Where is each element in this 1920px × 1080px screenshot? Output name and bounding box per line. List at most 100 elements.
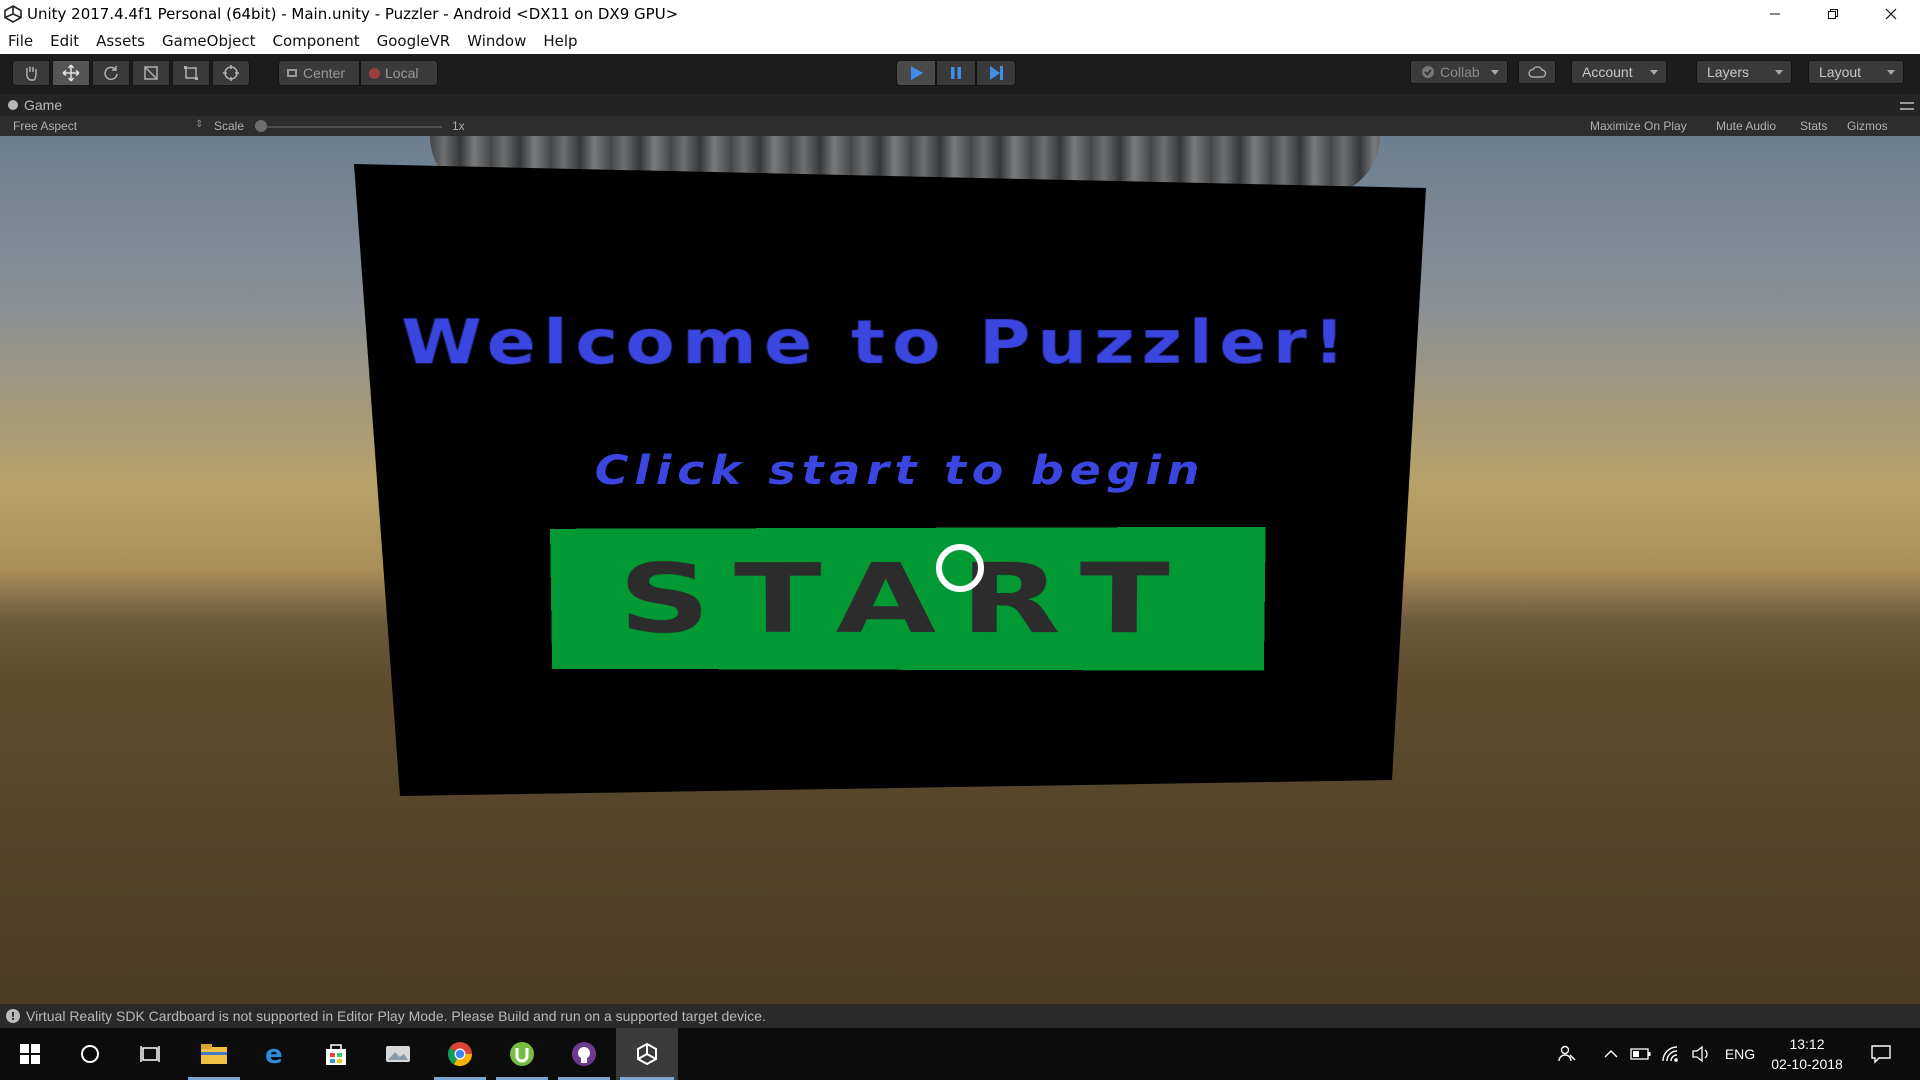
- move-icon: [62, 64, 80, 82]
- clock-date: 02-10-2018: [1764, 1054, 1850, 1074]
- minimize-icon: [1769, 8, 1781, 20]
- edge-taskbar-button[interactable]: e: [246, 1028, 306, 1080]
- pivot-center-button[interactable]: Center: [278, 60, 360, 86]
- hand-icon: [22, 64, 40, 82]
- unity-icon: [634, 1041, 660, 1067]
- menu-help[interactable]: Help: [543, 32, 577, 50]
- minimize-button[interactable]: [1746, 0, 1804, 28]
- notification-icon: [1870, 1044, 1892, 1064]
- action-center-button[interactable]: [1862, 1028, 1900, 1080]
- layers-dropdown[interactable]: Layers: [1696, 60, 1792, 84]
- start-button[interactable]: START: [550, 527, 1266, 671]
- pause-button[interactable]: [936, 60, 976, 86]
- menu-file[interactable]: File: [8, 32, 33, 50]
- tab-game[interactable]: Game: [8, 97, 62, 113]
- cloud-icon: [1527, 65, 1547, 79]
- hand-tool-button[interactable]: [12, 60, 50, 86]
- scale-tool-button[interactable]: [132, 60, 170, 86]
- github-taskbar-button[interactable]: [554, 1028, 614, 1080]
- maximize-on-play-toggle[interactable]: Maximize On Play: [1590, 119, 1687, 133]
- window-titlebar: Unity 2017.4.4f1 Personal (64bit) - Main…: [0, 0, 1920, 28]
- layout-dropdown[interactable]: Layout: [1808, 60, 1904, 84]
- close-button[interactable]: [1862, 0, 1920, 28]
- status-message: Virtual Reality SDK Cardboard is not sup…: [26, 1008, 766, 1024]
- game-panel-header: Game: [0, 94, 1920, 116]
- transform-tool-button[interactable]: [212, 60, 250, 86]
- subtitle-text: Click start to begin: [440, 448, 1360, 494]
- menu-bar: File Edit Assets GameObject Component Go…: [0, 28, 1920, 54]
- scale-slider-handle[interactable]: [255, 120, 267, 132]
- collab-dropdown[interactable]: Collab: [1410, 60, 1508, 84]
- cortana-button[interactable]: [60, 1028, 120, 1080]
- chevron-down-icon: [1650, 70, 1658, 75]
- restore-icon: [1827, 8, 1839, 20]
- chevron-down-icon: [1887, 70, 1895, 75]
- task-view-icon: [139, 1043, 161, 1065]
- console-status-bar[interactable]: ! Virtual Reality SDK Cardboard is not s…: [0, 1004, 1920, 1028]
- chevron-down-icon: [1491, 70, 1499, 75]
- language-indicator[interactable]: ENG: [1720, 1028, 1760, 1080]
- rect-tool-button[interactable]: [172, 60, 210, 86]
- task-view-button[interactable]: [120, 1028, 180, 1080]
- photos-icon: [384, 1042, 412, 1066]
- welcome-heading: Welcome to Puzzler!: [275, 307, 1467, 379]
- battery-button[interactable]: [1626, 1028, 1656, 1080]
- panel-menu-icon[interactable]: [1900, 102, 1914, 110]
- pivot-center-label: Center: [303, 65, 345, 81]
- play-button[interactable]: [896, 60, 936, 86]
- game-viewport[interactable]: Welcome to Puzzler! Click start to begin…: [0, 136, 1920, 1004]
- rotate-tool-button[interactable]: [92, 60, 130, 86]
- game-control-bar: Free Aspect ⇕ Scale 1x Maximize On Play …: [0, 116, 1920, 136]
- layout-label: Layout: [1819, 64, 1861, 80]
- mute-audio-toggle[interactable]: Mute Audio: [1716, 119, 1776, 133]
- step-icon: [987, 64, 1005, 82]
- restore-button[interactable]: [1804, 0, 1862, 28]
- aspect-dropdown[interactable]: Free Aspect: [13, 119, 77, 133]
- move-tool-button[interactable]: [52, 60, 90, 86]
- windows-start-button[interactable]: [0, 1028, 60, 1080]
- unity-taskbar-button[interactable]: [616, 1028, 678, 1080]
- account-label: Account: [1582, 64, 1633, 80]
- volume-button[interactable]: [1686, 1028, 1716, 1080]
- menu-gameobject[interactable]: GameObject: [162, 32, 256, 50]
- windows-logo-icon: [20, 1044, 40, 1064]
- utorrent-taskbar-button[interactable]: [492, 1028, 552, 1080]
- photos-taskbar-button[interactable]: [368, 1028, 428, 1080]
- menu-googlevr[interactable]: GoogleVR: [377, 32, 451, 50]
- menu-window[interactable]: Window: [467, 32, 526, 50]
- network-button[interactable]: [1656, 1028, 1686, 1080]
- system-clock[interactable]: 13:12 02-10-2018: [1764, 1034, 1850, 1074]
- menu-assets[interactable]: Assets: [96, 32, 145, 50]
- gizmos-dropdown[interactable]: Gizmos: [1847, 119, 1888, 133]
- menu-edit[interactable]: Edit: [50, 32, 79, 50]
- gaze-reticle: [936, 544, 984, 592]
- menu-component[interactable]: Component: [273, 32, 360, 50]
- file-explorer-taskbar-button[interactable]: [184, 1028, 244, 1080]
- stats-toggle[interactable]: Stats: [1800, 119, 1827, 133]
- step-button[interactable]: [976, 60, 1016, 86]
- people-button[interactable]: [1552, 1028, 1582, 1080]
- chevron-updown-icon: ⇕: [195, 119, 203, 130]
- chrome-icon: [446, 1040, 474, 1068]
- cloud-button[interactable]: [1518, 60, 1556, 84]
- account-dropdown[interactable]: Account: [1571, 60, 1667, 84]
- transform-icon: [222, 64, 240, 82]
- windows-taskbar: e ENG 13:12 02-10-2018: [0, 1028, 1920, 1080]
- people-icon: [1557, 1044, 1577, 1064]
- chrome-taskbar-button[interactable]: [430, 1028, 490, 1080]
- show-hidden-icons-button[interactable]: [1598, 1028, 1624, 1080]
- pivot-local-button[interactable]: Local: [360, 60, 438, 86]
- info-icon: !: [6, 1009, 20, 1023]
- close-icon: [1885, 8, 1897, 20]
- start-button-label: START: [618, 542, 1195, 655]
- scale-slider-track[interactable]: [256, 126, 442, 128]
- vr-menu-panel: Welcome to Puzzler! Click start to begin…: [0, 136, 1920, 1004]
- store-icon: [323, 1041, 349, 1067]
- store-taskbar-button[interactable]: [306, 1028, 366, 1080]
- chevron-up-icon: [1604, 1049, 1618, 1059]
- utorrent-icon: [508, 1040, 536, 1068]
- scale-icon: [142, 64, 160, 82]
- chevron-down-icon: [1775, 70, 1783, 75]
- pivot-center-icon: [287, 69, 297, 77]
- game-tab-label: Game: [24, 97, 62, 113]
